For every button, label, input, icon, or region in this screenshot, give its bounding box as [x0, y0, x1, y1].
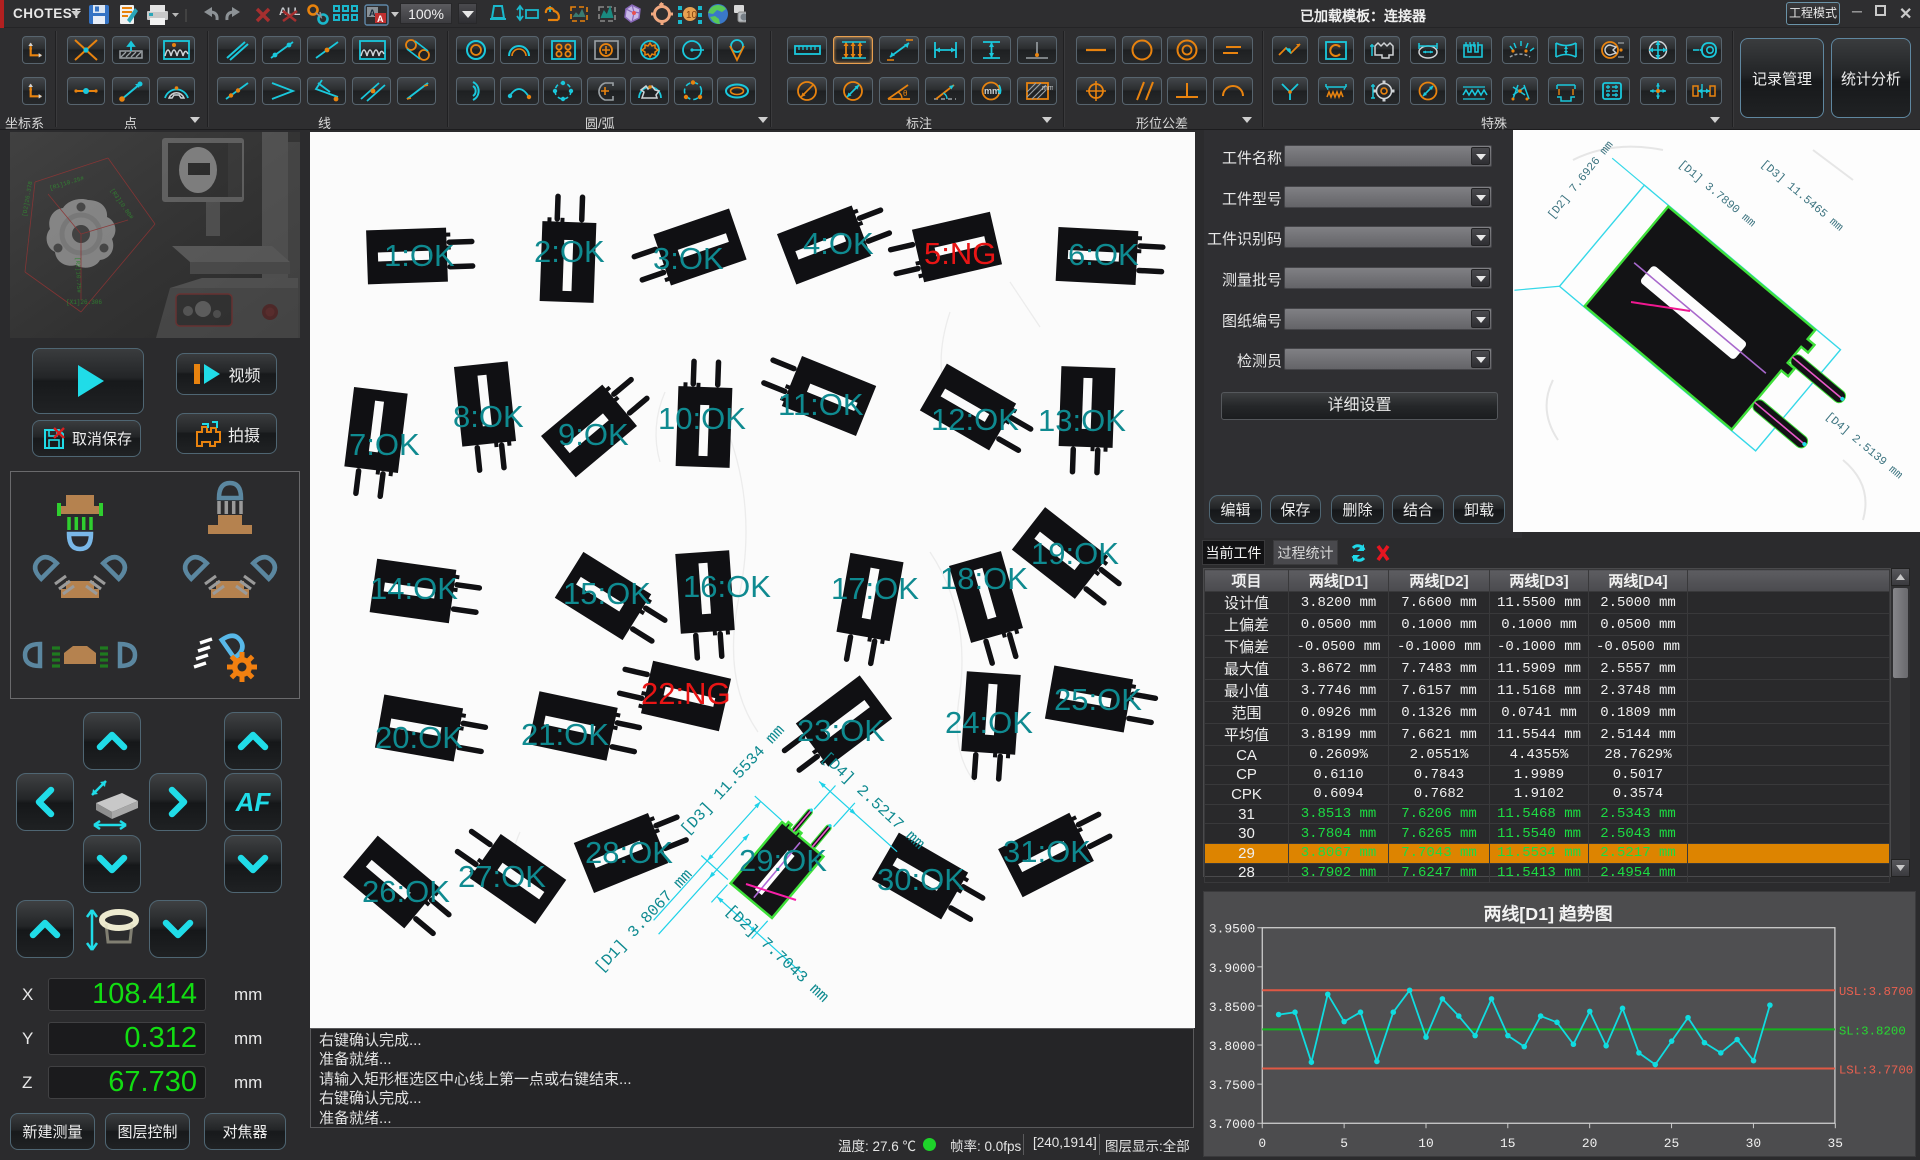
svg-text:21:OK: 21:OK — [521, 717, 609, 752]
svg-text:12:OK: 12:OK — [931, 402, 1019, 437]
svg-text:11:OK: 11:OK — [778, 387, 864, 422]
svg-text:[X1]26.306: [X1]26.306 — [66, 299, 102, 306]
svg-text:两线[D1] 趋势图: 两线[D1] 趋势图 — [1484, 903, 1613, 924]
svg-text:9:OK: 9:OK — [558, 417, 629, 452]
svg-text:25: 25 — [1664, 1136, 1679, 1151]
svg-text:3.7000: 3.7000 — [1209, 1117, 1255, 1132]
svg-text:31:OK: 31:OK — [1003, 834, 1091, 869]
svg-text:20: 20 — [1582, 1136, 1597, 1151]
svg-text:4:OK: 4:OK — [803, 226, 874, 261]
svg-text:3.9500: 3.9500 — [1209, 922, 1255, 937]
svg-text:A: A — [369, 8, 376, 18]
svg-text:15:OK: 15:OK — [563, 576, 651, 611]
svg-text:5:NG: 5:NG — [924, 236, 996, 271]
svg-text:16:OK: 16:OK — [683, 569, 771, 604]
svg-text:29:OK: 29:OK — [739, 843, 827, 878]
svg-text:30:OK: 30:OK — [877, 862, 965, 897]
svg-text:A: A — [377, 14, 384, 24]
svg-text:15: 15 — [1500, 1136, 1515, 1151]
svg-text:10: 10 — [686, 10, 698, 21]
svg-text:1:OK: 1:OK — [384, 238, 455, 273]
svg-text:mm: mm — [1042, 85, 1053, 92]
svg-text:0: 0 — [1258, 1136, 1266, 1151]
svg-text:3.8500: 3.8500 — [1209, 1000, 1255, 1015]
svg-text:24:OK: 24:OK — [945, 705, 1033, 740]
svg-text:27:OK: 27:OK — [458, 859, 546, 894]
svg-text:35: 35 — [1828, 1136, 1843, 1151]
svg-text:30: 30 — [1746, 1136, 1761, 1151]
svg-text:SL:3.8200: SL:3.8200 — [1839, 1024, 1906, 1038]
svg-text:28:OK: 28:OK — [585, 835, 673, 870]
svg-text:7:OK: 7:OK — [349, 427, 420, 462]
svg-text:2:OK: 2:OK — [534, 234, 605, 269]
svg-text:USL:3.8700: USL:3.8700 — [1839, 985, 1913, 999]
svg-text:23:OK: 23:OK — [797, 713, 885, 748]
svg-text:LSL:3.7700: LSL:3.7700 — [1839, 1063, 1913, 1077]
svg-text:10:OK: 10:OK — [658, 401, 746, 436]
svg-text:6:OK: 6:OK — [1068, 237, 1139, 272]
svg-text:19:OK: 19:OK — [1031, 536, 1119, 571]
svg-text:10: 10 — [1418, 1136, 1433, 1151]
svg-text:3.8000: 3.8000 — [1209, 1039, 1255, 1054]
svg-text:20:OK: 20:OK — [375, 720, 463, 755]
svg-text:3.7500: 3.7500 — [1209, 1078, 1255, 1093]
svg-text:[R2]10.75#: [R2]10.75# — [74, 257, 82, 294]
svg-text:13:OK: 13:OK — [1038, 403, 1126, 438]
svg-text:26:OK: 26:OK — [362, 874, 450, 909]
svg-text:25:OK: 25:OK — [1054, 682, 1142, 717]
svg-text:5: 5 — [1340, 1136, 1348, 1151]
svg-text:8:OK: 8:OK — [453, 399, 524, 434]
svg-text:22:NG: 22:NG — [641, 676, 731, 711]
svg-text:θ: θ — [903, 89, 908, 98]
svg-text:14:OK: 14:OK — [370, 571, 458, 606]
svg-text:17:OK: 17:OK — [831, 571, 919, 606]
svg-text:3:OK: 3:OK — [653, 241, 724, 276]
svg-text:18:OK: 18:OK — [940, 561, 1028, 596]
svg-text:3.9000: 3.9000 — [1209, 961, 1255, 976]
